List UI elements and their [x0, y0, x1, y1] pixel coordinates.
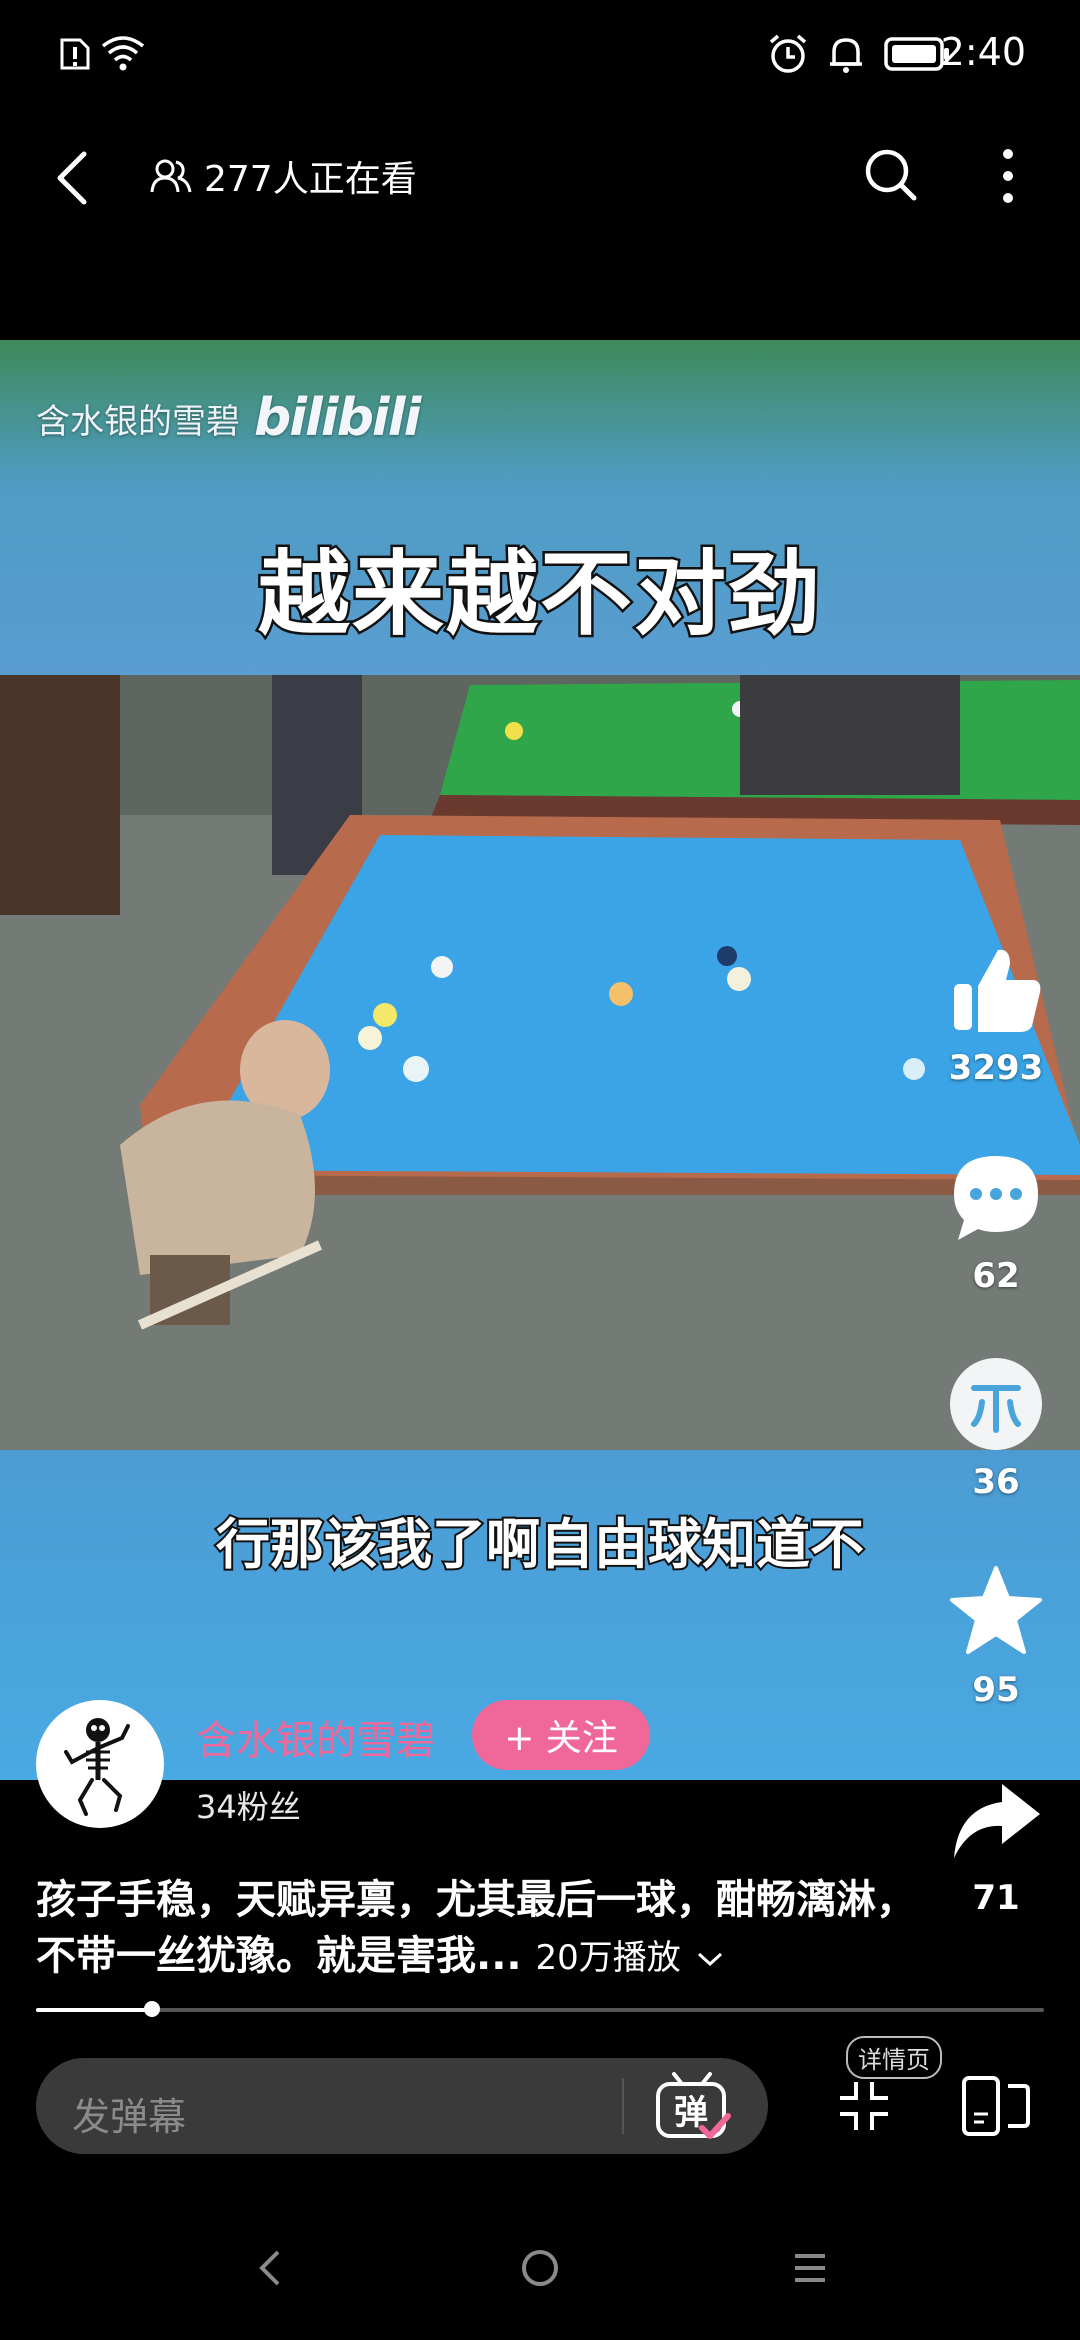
comment-button[interactable]: 62 [935, 1148, 1057, 1296]
progress-fill [36, 2008, 152, 2012]
back-icon[interactable] [52, 148, 92, 208]
progress-track[interactable] [36, 2008, 1044, 2012]
favorite-count: 95 [972, 1670, 1020, 1710]
star-icon [950, 1566, 1042, 1654]
share-icon [954, 1784, 1040, 1858]
share-button[interactable]: 71 [935, 1770, 1057, 1918]
video-description[interactable]: 孩子手稳，天赋异禀，尤其最后一球，酣畅漓淋，不带一丝犹豫。就是害我... 20万… [36, 1872, 916, 1986]
video-caption-top: 越来越不对劲 [255, 539, 822, 651]
coin-button[interactable]: 36 [935, 1354, 1057, 1502]
search-icon[interactable] [862, 146, 920, 204]
bilibili-logo: bilibili [254, 388, 421, 448]
video-watermark: 含水银的雪碧 bilibili [36, 388, 421, 448]
wifi-icon [101, 36, 145, 71]
billiards-scene [0, 675, 1080, 1450]
like-button[interactable]: 3293 [935, 940, 1057, 1088]
video-player[interactable]: 含水银的雪碧 bilibili 越来越不对劲 行那该我了啊自由球知道不 [0, 340, 1080, 1780]
share-count: 71 [972, 1878, 1020, 1918]
portrait-mode-icon[interactable] [960, 2074, 1032, 2138]
watermark-author: 含水银的雪碧 [36, 401, 240, 442]
more-icon[interactable] [996, 146, 1020, 206]
danmaku-tv-icon: 弹 [656, 2072, 731, 2139]
description-text: 孩子手稳，天赋异禀，尤其最后一球，酣畅漓淋，不带一丝犹豫。就是害我... [36, 1877, 916, 1979]
follow-button[interactable]: + 关注 [472, 1700, 650, 1770]
coin-count: 36 [972, 1462, 1020, 1502]
status-bar: 2:40 [0, 0, 1080, 110]
video-frame [0, 675, 1080, 1450]
play-count: 20万播放 [535, 1938, 681, 1978]
progress-handle[interactable] [144, 2001, 160, 2017]
nav-menu-icon[interactable] [792, 2250, 828, 2286]
comment-icon [954, 1156, 1038, 1240]
people-icon [150, 159, 192, 193]
avatar[interactable] [36, 1700, 164, 1828]
viewer-count: 277人正在看 [150, 150, 417, 202]
favorite-button[interactable]: 95 [935, 1562, 1057, 1710]
thumbs-up-icon [954, 949, 1041, 1032]
author-name[interactable]: 含水银的雪碧 [196, 1708, 436, 1766]
comment-count: 62 [972, 1256, 1020, 1296]
skeleton-avatar-icon [64, 1718, 130, 1816]
fans-count: 34粉丝 [196, 1788, 301, 1826]
nav-back-icon[interactable] [254, 2246, 284, 2290]
bell-icon [830, 38, 862, 73]
danmaku-placeholder: 发弹幕 [72, 2095, 187, 2139]
alarm-icon [769, 34, 807, 73]
danmaku-toggle-button[interactable]: 弹 [652, 2068, 732, 2148]
nav-home-icon[interactable] [518, 2246, 562, 2290]
coin-icon [950, 1358, 1042, 1450]
exit-fullscreen-icon[interactable] [836, 2078, 892, 2134]
status-time: 2:40 [940, 30, 1026, 74]
video-caption-bottom: 行那该我了啊自由球知道不 [214, 1511, 866, 1578]
chevron-down-icon[interactable] [695, 1949, 725, 1969]
detail-page-badge[interactable]: 详情页 [846, 2036, 942, 2079]
like-count: 3293 [948, 1048, 1044, 1088]
danmaku-divider [622, 2078, 624, 2134]
viewer-count-text: 277人正在看 [204, 159, 417, 200]
sim-alert-icon [60, 38, 90, 70]
system-nav-bar [0, 2200, 1080, 2340]
